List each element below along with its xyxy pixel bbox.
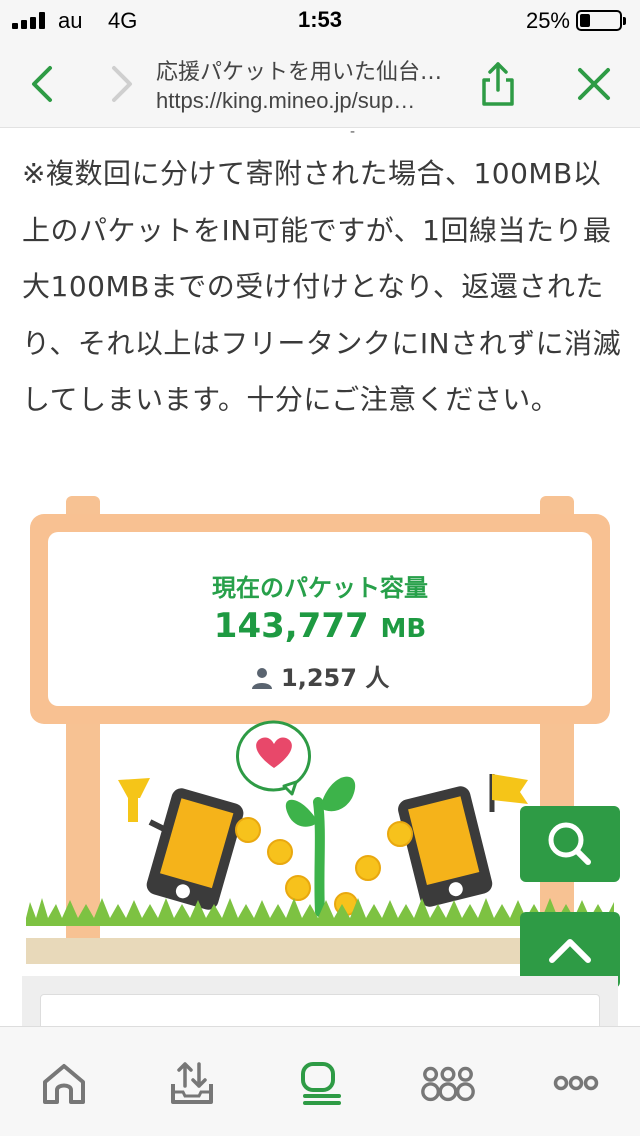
battery-icon [576, 10, 626, 31]
user-count-suffix: 人 [365, 664, 390, 692]
notice-paragraph: ※複数回に分けて寄附された場合、100MB以上のパケットをIN可能ですが、1回線… [22, 157, 622, 416]
search-icon [548, 822, 591, 865]
battery-fill [580, 14, 590, 27]
user-count: 1,257 人 [48, 658, 592, 693]
heart-bubble-icon [236, 720, 311, 796]
tab-more[interactable] [546, 1055, 606, 1111]
status-bar: au 4G 1:53 25% [0, 0, 640, 40]
search-button[interactable] [520, 806, 620, 882]
more-icon [553, 1075, 599, 1091]
page-url[interactable]: https://king.mineo.jp/sup… [156, 88, 476, 114]
divider-dash: - [350, 124, 356, 140]
packet-capacity-number: 143,777 [213, 606, 369, 646]
browser-header: 応援パケットを用いた仙台… https://king.mineo.jp/sup… [0, 40, 640, 128]
packet-signboard: 現在のパケット容量 143,777 MB 1,257 人 [0, 490, 640, 980]
packet-capacity-unit: MB [380, 614, 427, 644]
packet-capacity-value: 143,777 MB [48, 606, 592, 646]
tab-chat[interactable] [290, 1055, 350, 1111]
back-arrow-icon[interactable] [26, 62, 60, 106]
page-title: 応援パケットを用いた仙台… [156, 60, 443, 85]
chat-bubble-icon [301, 1062, 341, 1105]
share-icon[interactable] [478, 60, 518, 108]
forward-arrow-icon[interactable] [104, 62, 138, 106]
left-phone-icon [146, 788, 244, 910]
upload-tray-icon [171, 1062, 213, 1104]
battery-percent: 25% [525, 8, 570, 33]
signboard-panel: 現在のパケット容量 143,777 MB 1,257 人 [48, 532, 592, 706]
left-flag-icon [118, 778, 172, 835]
tab-community[interactable] [418, 1055, 478, 1111]
home-icon [43, 1064, 85, 1104]
person-icon [251, 668, 272, 689]
user-count-number: 1,257 [281, 664, 357, 692]
right-phone-icon [398, 786, 493, 907]
close-icon[interactable] [574, 64, 614, 104]
packet-capacity-label: 現在のパケット容量 [212, 574, 428, 602]
tab-home[interactable] [34, 1055, 94, 1111]
tab-packet-exchange[interactable] [162, 1055, 222, 1111]
bottom-tab-bar [0, 1026, 640, 1136]
community-icon [421, 1066, 475, 1102]
